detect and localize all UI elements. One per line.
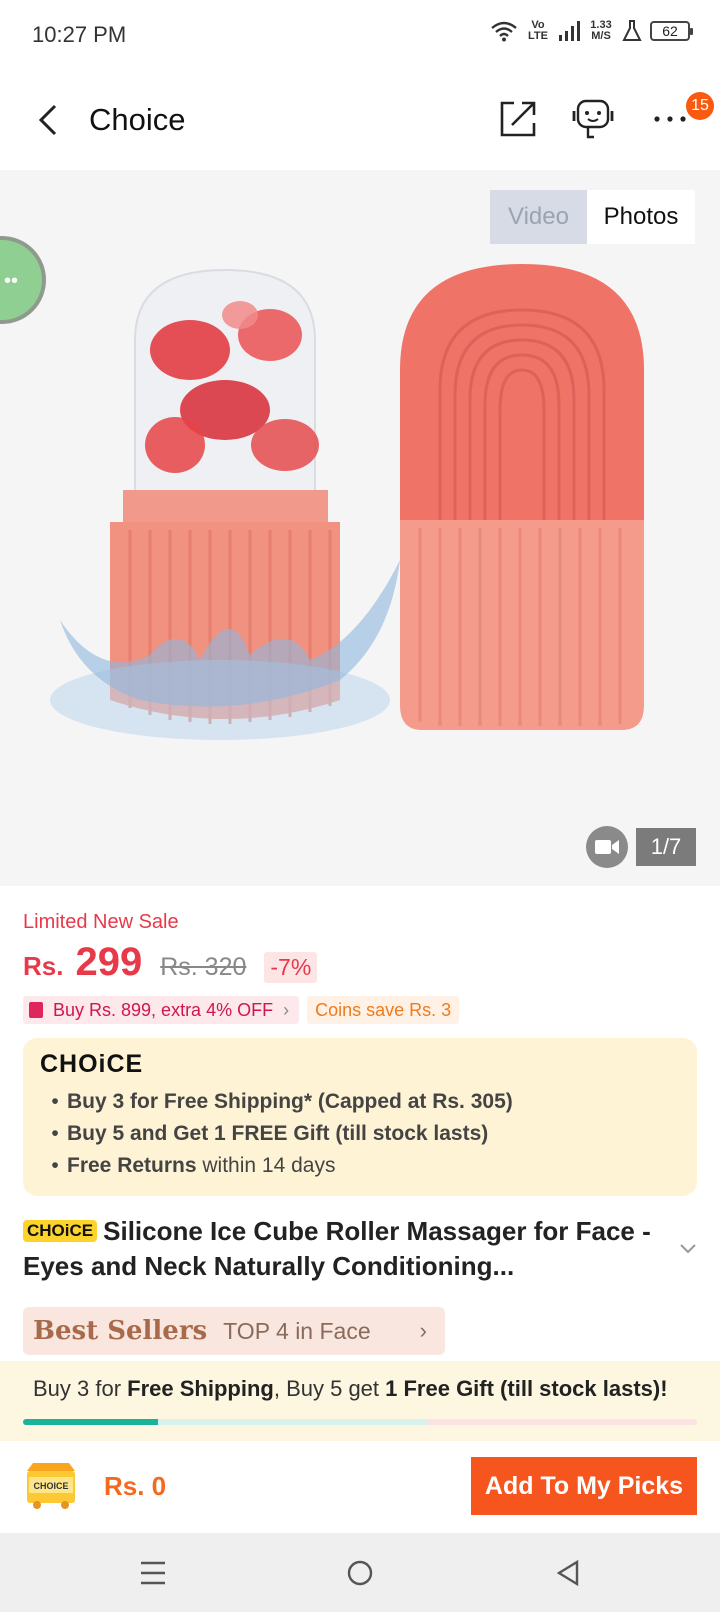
network-speed: 1.33 M/S (590, 19, 612, 42)
benefit-bold: Free Returns (67, 1154, 197, 1177)
video-camera-button[interactable] (586, 826, 628, 868)
notification-badge: 15 (686, 92, 714, 120)
chevron-down-icon (680, 1244, 696, 1254)
volte-indicator: Vo LTE (528, 19, 548, 42)
product-title: Silicone Ice Cube Roller Massager for Fa… (23, 1216, 651, 1281)
support-icon (572, 99, 614, 139)
discount-badge: -7% (264, 952, 318, 983)
product-image (50, 264, 644, 740)
coupon-icon (29, 1002, 43, 1018)
chevron-right-icon: › (283, 999, 290, 1020)
coupon-text: Buy Rs. 899, extra 4% OFF (53, 999, 274, 1020)
triangle-back-icon (556, 1559, 579, 1587)
choice-logo: CHOiCE (40, 1050, 144, 1078)
battery-indicator: 62 (650, 21, 693, 41)
best-sellers-banner[interactable]: Best Sellers TOP 4 in Face › (23, 1307, 445, 1355)
share-icon (500, 101, 536, 137)
recents-button[interactable] (131, 1551, 175, 1595)
media-toggle: Video Photos (490, 190, 695, 244)
flask-icon (622, 20, 642, 42)
share-button[interactable] (493, 94, 543, 144)
benefit-text: within 14 days (196, 1154, 336, 1177)
original-price: Rs. 320 (160, 953, 247, 981)
page-title: Choice (89, 102, 186, 137)
shipping-progress-banner: Buy 3 for Free Shipping, Buy 5 get 1 Fre… (0, 1361, 720, 1441)
chevron-right-icon: › (419, 1318, 427, 1343)
home-button[interactable] (338, 1551, 382, 1595)
cart-icon: CHOICE (27, 1463, 75, 1509)
shipping-text-bold: Free Shipping (127, 1376, 274, 1401)
image-page-counter: 1/7 (636, 828, 696, 866)
coupon-promo[interactable]: Buy Rs. 899, extra 4% OFF › (23, 996, 300, 1024)
back-button[interactable] (28, 98, 68, 142)
cart-label: CHOICE (33, 1481, 68, 1491)
price-currency: Rs. (23, 951, 64, 981)
list-item: • Buy 5 and Get 1 FREE Gift (till stock l… (51, 1122, 489, 1145)
video-camera-icon (595, 840, 619, 854)
app-header: Choice (0, 72, 720, 170)
benefit-text: Buy 5 and Get 1 FREE Gift (till stock la… (67, 1122, 489, 1145)
current-price: 299 (75, 940, 143, 984)
shipping-text-part: Buy 3 for (33, 1376, 128, 1401)
back-icon (38, 104, 57, 136)
best-sellers-label: Best Sellers (33, 1316, 208, 1346)
benefit-text: Buy 3 for Free Shipping* (Capped at Rs. … (67, 1090, 513, 1113)
more-icon (654, 116, 686, 122)
choice-cart-button[interactable]: CHOICE (23, 1459, 79, 1511)
menu-icon (141, 1561, 165, 1585)
status-icons: Vo LTE 1.33 M/S 62 (490, 19, 693, 42)
system-back-button[interactable] (546, 1551, 590, 1595)
sale-label: Limited New Sale (23, 911, 179, 933)
shipping-text-part: , Buy 5 get (273, 1376, 386, 1401)
progress-fill (23, 1419, 158, 1425)
tab-video[interactable]: Video (490, 190, 587, 244)
price-row: Rs. 299 Rs. 320 -7% (23, 940, 318, 985)
shipping-progress-bar (23, 1419, 697, 1425)
status-bar: 10:27 PM Vo LTE 1.33 M/S 62 (0, 0, 720, 72)
status-time: 10:27 PM (32, 22, 127, 47)
choice-benefits-box[interactable]: CHOiCE • Buy 3 for Free Shipping* (Capped… (23, 1038, 697, 1196)
expand-title-button[interactable] (678, 1238, 698, 1258)
tab-photos[interactable]: Photos (587, 190, 695, 244)
coins-promo[interactable]: Coins save Rs. 3 (307, 996, 460, 1024)
promo-row: Buy Rs. 899, extra 4% OFF › Coins save R… (23, 996, 460, 1024)
add-to-picks-button[interactable]: Add To My Picks (471, 1457, 697, 1515)
product-gallery[interactable]: Video Photos •• 1/7 (0, 170, 720, 886)
cart-total: Rs. 0 (104, 1471, 167, 1501)
dots-icon: •• (4, 270, 19, 292)
list-item: • Buy 3 for Free Shipping* (Capped at Rs.… (51, 1090, 513, 1113)
shipping-text: Buy 3 for Free Shipping, Buy 5 get 1 Fre… (33, 1376, 668, 1402)
product-title-row[interactable]: CHOiCE Silicone Ice Cube Roller Massager … (23, 1214, 673, 1284)
signal-icon (558, 20, 580, 42)
shipping-text-bold: 1 Free Gift (till stock lasts)! (385, 1376, 668, 1401)
wifi-icon (490, 20, 518, 42)
choice-chip: CHOiCE (23, 1220, 98, 1242)
customer-support-button[interactable] (568, 94, 618, 144)
system-nav-bar (0, 1533, 720, 1612)
best-sellers-rank: TOP 4 in Face (223, 1317, 371, 1344)
home-circle-icon (347, 1560, 373, 1586)
benefits-list: • Buy 3 for Free Shipping* (Capped at Rs.… (43, 1086, 513, 1182)
list-item: • Free Returns within 14 days (51, 1154, 336, 1177)
bottom-action-bar: CHOICE Rs. 0 Add To My Picks (0, 1441, 720, 1533)
